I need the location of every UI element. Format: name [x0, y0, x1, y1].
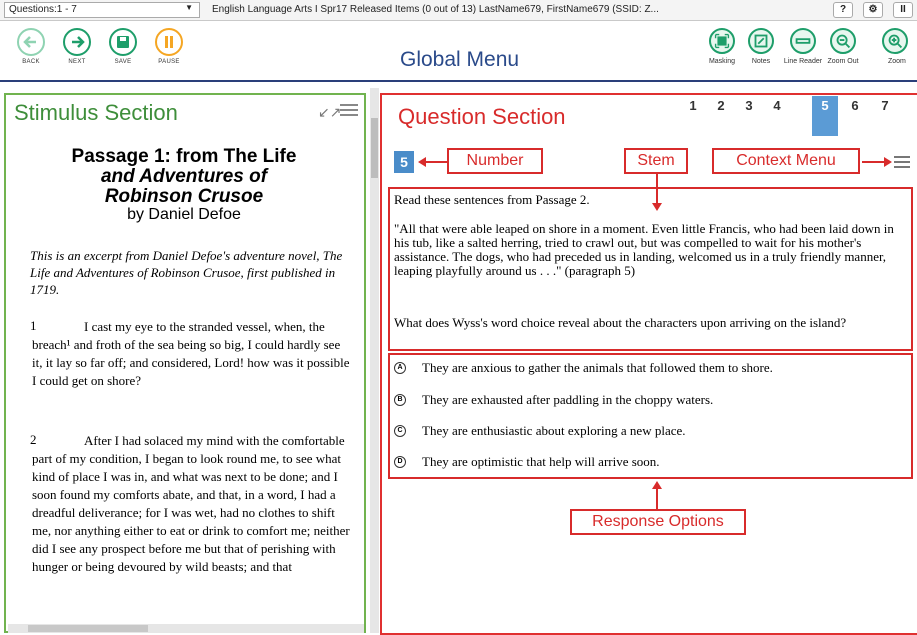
notes-icon [748, 28, 774, 54]
passage-title-line2: and Adventures of [100, 166, 268, 187]
masking-label: Masking [708, 58, 736, 65]
pause-label: PAUSE [158, 59, 180, 65]
radio-a[interactable]: A [394, 362, 406, 374]
question-tab-7[interactable]: 7 [872, 96, 898, 136]
option-d[interactable]: D They are optimistic that help will arr… [394, 454, 906, 472]
global-menu-label: Global Menu [400, 48, 520, 71]
stimulus-vertical-scrollbar[interactable] [370, 88, 379, 633]
callout-arrow [425, 161, 447, 163]
question-tab-6[interactable]: 6 [842, 96, 868, 136]
callout-arrow [862, 161, 884, 163]
passage-title-line1: Passage 1: from The Life [71, 146, 297, 167]
chevron-down-icon: ▼ [185, 3, 193, 12]
arrow-right-icon [63, 28, 91, 56]
line-reader-label: Line Reader [783, 58, 823, 65]
question-tab-3[interactable]: 3 [736, 96, 762, 136]
question-select[interactable]: Questions:1 - 7 ▼ [4, 2, 200, 18]
passage-paragraph: After I had solaced my mind with the com… [32, 433, 350, 574]
masking-icon [709, 28, 735, 54]
stem-question: What does Wyss's word choice reveal abou… [394, 315, 847, 330]
line-reader-button[interactable]: Line Reader [782, 28, 824, 65]
question-tab-5[interactable]: 5 [812, 96, 838, 136]
pause-icon [155, 28, 183, 56]
back-button[interactable]: BACK [12, 28, 50, 65]
response-options-callout: Response Options [570, 509, 746, 535]
notes-button[interactable]: Notes [740, 28, 782, 65]
zoom-in-label: Zoom [888, 58, 906, 65]
question-tab-1[interactable]: 1 [680, 96, 706, 136]
option-text: They are exhausted after paddling in the… [422, 392, 714, 407]
back-label: BACK [22, 59, 40, 65]
pause-test-button[interactable]: II [893, 2, 913, 18]
number-callout: Number [447, 148, 543, 174]
help-button[interactable]: ? [833, 2, 853, 18]
next-button[interactable]: NEXT [58, 28, 96, 65]
passage-author: by Daniel Defoe [127, 206, 241, 223]
option-b[interactable]: B They are exhausted after paddling in t… [394, 392, 906, 410]
stem-callout: Stem [624, 148, 688, 174]
save-label: SAVE [114, 59, 132, 65]
option-text: They are enthusiastic about exploring a … [422, 423, 686, 438]
radio-c[interactable]: C [394, 425, 406, 437]
context-menu-callout: Context Menu [712, 148, 860, 174]
expand-icon[interactable]: ↙↗ [318, 104, 341, 121]
stem-quote: "All that were able leaped on shore in a… [394, 221, 894, 278]
question-tab-2[interactable]: 2 [708, 96, 734, 136]
passage-intro: This is an excerpt from Daniel Defoe's a… [30, 248, 343, 297]
stimulus-section-title: Stimulus Section [14, 100, 178, 125]
masking-button[interactable]: Masking [701, 28, 743, 65]
settings-button[interactable]: ⚙ [863, 2, 883, 18]
stimulus-menu-icon[interactable] [340, 104, 358, 118]
notes-label: Notes [751, 58, 771, 65]
pause-button[interactable]: PAUSE [150, 28, 188, 65]
passage-paragraph: I cast my eye to the stranded vessel, wh… [32, 319, 350, 388]
zoom-out-icon [830, 28, 856, 54]
callout-arrow [656, 489, 658, 509]
radio-d[interactable]: D [394, 456, 406, 468]
passage-title-line3: Robinson Crusoe [104, 186, 264, 207]
save-button[interactable]: SAVE [104, 28, 142, 65]
option-text: They are anxious to gather the animals t… [422, 360, 773, 375]
next-label: NEXT [68, 59, 86, 65]
stem-intro: Read these sentences from Passage 2. [394, 192, 590, 207]
option-text: They are optimistic that help will arriv… [422, 454, 660, 469]
option-c[interactable]: C They are enthusiastic about exploring … [394, 423, 906, 441]
zoom-in-icon [882, 28, 908, 54]
question-number: 5 [394, 151, 414, 173]
radio-b[interactable]: B [394, 394, 406, 406]
test-info: English Language Arts I Spr17 Released I… [212, 4, 659, 15]
zoom-out-button[interactable]: Zoom Out [822, 28, 864, 65]
zoom-out-label: Zoom Out [827, 58, 859, 65]
stimulus-horizontal-scrollbar[interactable] [8, 624, 364, 633]
passage-title: Passage 1: from The Life and Adventures … [14, 147, 354, 207]
option-a[interactable]: A They are anxious to gather the animals… [394, 360, 906, 378]
arrow-right-icon [884, 157, 892, 167]
question-section-title: Question Section [398, 104, 566, 129]
line-reader-icon [790, 28, 816, 54]
question-select-value: Questions:1 - 7 [9, 4, 77, 15]
global-menu-bar: BACK NEXT SAVE PAUSE Global Menu Masking… [0, 22, 917, 82]
question-tab-4[interactable]: 4 [764, 96, 790, 136]
top-bar: Questions:1 - 7 ▼ English Language Arts … [0, 0, 917, 21]
save-icon [109, 28, 137, 56]
arrow-up-icon [652, 481, 662, 489]
zoom-in-button[interactable]: Zoom [868, 28, 917, 65]
arrow-left-icon [17, 28, 45, 56]
context-menu-icon[interactable] [894, 156, 910, 170]
